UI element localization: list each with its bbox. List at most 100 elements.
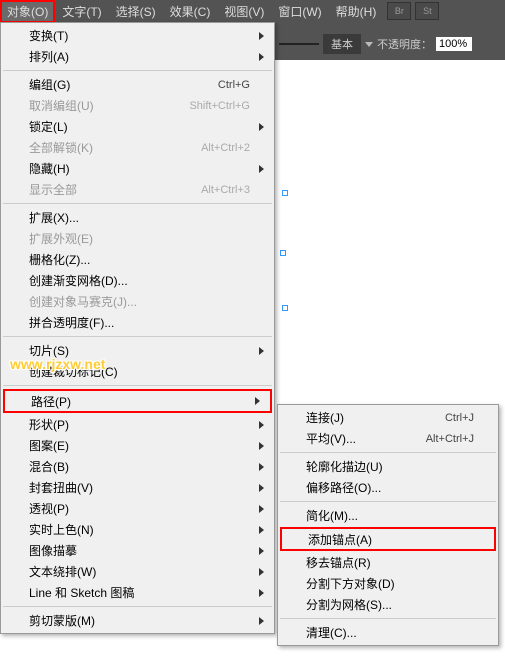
menu-separator bbox=[3, 336, 272, 337]
menu-item-9[interactable]: 分割下方对象(D) bbox=[278, 573, 498, 594]
chevron-right-icon bbox=[259, 123, 264, 131]
stroke-preview[interactable] bbox=[279, 43, 319, 45]
menubar: 对象(O) 文字(T) 选择(S) 效果(C) 视图(V) 窗口(W) 帮助(H… bbox=[0, 0, 505, 22]
menu-separator bbox=[280, 452, 496, 453]
menu-item-23[interactable]: 混合(B) bbox=[1, 456, 274, 477]
menu-item-label: 简化(M)... bbox=[306, 507, 474, 524]
watermark: www.rjzxw.net bbox=[10, 356, 105, 372]
menu-item-29[interactable]: Line 和 Sketch 图稿 bbox=[1, 582, 274, 603]
opacity-input[interactable]: 100% bbox=[436, 37, 472, 51]
menu-item-13[interactable]: 创建渐变网格(D)... bbox=[1, 270, 274, 291]
menu-item-label: 平均(V)... bbox=[306, 430, 426, 447]
menu-item-20[interactable]: 路径(P) bbox=[3, 389, 272, 413]
menu-item-label: 编组(G) bbox=[29, 76, 218, 93]
menu-item-4[interactable]: 偏移路径(O)... bbox=[278, 477, 498, 498]
menu-item-label: 连接(J) bbox=[306, 409, 445, 426]
menu-item-1[interactable]: 平均(V)...Alt+Ctrl+J bbox=[278, 428, 498, 449]
stroke-style-dropdown[interactable]: 基本 bbox=[323, 34, 361, 54]
menu-item-label: 轮廓化描边(U) bbox=[306, 458, 474, 475]
menu-item-21[interactable]: 形状(P) bbox=[1, 414, 274, 435]
chevron-right-icon bbox=[259, 463, 264, 471]
menu-item-10[interactable]: 分割为网格(S)... bbox=[278, 594, 498, 615]
toolbar: 基本 不透明度： 100% bbox=[275, 30, 505, 58]
menu-item-5[interactable]: 锁定(L) bbox=[1, 116, 274, 137]
menu-item-25[interactable]: 透视(P) bbox=[1, 498, 274, 519]
chevron-right-icon bbox=[259, 421, 264, 429]
chevron-right-icon bbox=[259, 526, 264, 534]
menu-item-label: 显示全部 bbox=[29, 181, 201, 198]
menu-item-1[interactable]: 排列(A) bbox=[1, 46, 274, 67]
menu-select[interactable]: 选择(S) bbox=[109, 0, 163, 23]
menu-item-label: 锁定(L) bbox=[29, 118, 250, 135]
menu-help[interactable]: 帮助(H) bbox=[329, 0, 384, 23]
stock-icon[interactable]: St bbox=[415, 2, 439, 20]
menu-separator bbox=[3, 385, 272, 386]
menu-item-label: 移去锚点(R) bbox=[306, 554, 474, 571]
menu-separator bbox=[280, 618, 496, 619]
menu-item-label: 图像描摹 bbox=[29, 542, 250, 559]
menu-view[interactable]: 视图(V) bbox=[217, 0, 271, 23]
menu-item-label: 栅格化(Z)... bbox=[29, 251, 250, 268]
menu-text[interactable]: 文字(T) bbox=[55, 0, 108, 23]
menu-item-7[interactable]: 添加锚点(A) bbox=[280, 527, 496, 551]
menu-item-8: 显示全部Alt+Ctrl+3 bbox=[1, 179, 274, 200]
chevron-right-icon bbox=[259, 53, 264, 61]
menu-object[interactable]: 对象(O) bbox=[0, 0, 55, 23]
menu-item-27[interactable]: 图像描摹 bbox=[1, 540, 274, 561]
menu-item-label: 添加锚点(A) bbox=[308, 531, 472, 548]
menu-item-label: 路径(P) bbox=[31, 393, 248, 410]
menu-item-0[interactable]: 变换(T) bbox=[1, 25, 274, 46]
menu-item-28[interactable]: 文本绕排(W) bbox=[1, 561, 274, 582]
menu-separator bbox=[3, 606, 272, 607]
menu-item-label: 剪切蒙版(M) bbox=[29, 612, 250, 629]
menu-item-10[interactable]: 扩展(X)... bbox=[1, 207, 274, 228]
menu-item-label: 创建渐变网格(D)... bbox=[29, 272, 250, 289]
menu-item-12[interactable]: 清理(C)... bbox=[278, 622, 498, 643]
menu-item-4: 取消编组(U)Shift+Ctrl+G bbox=[1, 95, 274, 116]
menu-item-label: 创建对象马赛克(J)... bbox=[29, 293, 250, 310]
menu-item-11: 扩展外观(E) bbox=[1, 228, 274, 249]
menu-item-26[interactable]: 实时上色(N) bbox=[1, 519, 274, 540]
chevron-right-icon bbox=[259, 347, 264, 355]
menu-item-label: 排列(A) bbox=[29, 48, 250, 65]
menu-separator bbox=[3, 70, 272, 71]
menu-item-shortcut: Ctrl+G bbox=[218, 79, 250, 91]
menu-item-label: 扩展(X)... bbox=[29, 209, 250, 226]
menu-item-8[interactable]: 移去锚点(R) bbox=[278, 552, 498, 573]
chevron-right-icon bbox=[259, 617, 264, 625]
menu-item-label: Line 和 Sketch 图稿 bbox=[29, 584, 250, 601]
menu-item-label: 封套扭曲(V) bbox=[29, 479, 250, 496]
menu-item-6[interactable]: 简化(M)... bbox=[278, 505, 498, 526]
chevron-right-icon bbox=[259, 505, 264, 513]
menu-effect[interactable]: 效果(C) bbox=[163, 0, 218, 23]
canvas-path-preview bbox=[280, 190, 290, 310]
menu-item-label: 混合(B) bbox=[29, 458, 250, 475]
menu-item-label: 取消编组(U) bbox=[29, 97, 189, 114]
menu-item-label: 变换(T) bbox=[29, 27, 250, 44]
menu-item-3[interactable]: 轮廓化描边(U) bbox=[278, 456, 498, 477]
menu-item-14: 创建对象马赛克(J)... bbox=[1, 291, 274, 312]
menu-item-3[interactable]: 编组(G)Ctrl+G bbox=[1, 74, 274, 95]
path-submenu: 连接(J)Ctrl+J平均(V)...Alt+Ctrl+J轮廓化描边(U)偏移路… bbox=[277, 404, 499, 646]
menu-item-label: 扩展外观(E) bbox=[29, 230, 250, 247]
chevron-right-icon bbox=[259, 547, 264, 555]
object-dropdown-menu: 变换(T)排列(A)编组(G)Ctrl+G取消编组(U)Shift+Ctrl+G… bbox=[0, 22, 275, 634]
menu-item-7[interactable]: 隐藏(H) bbox=[1, 158, 274, 179]
menu-item-31[interactable]: 剪切蒙版(M) bbox=[1, 610, 274, 631]
menu-item-15[interactable]: 拼合透明度(F)... bbox=[1, 312, 274, 333]
chevron-down-icon[interactable] bbox=[365, 42, 373, 47]
menu-item-12[interactable]: 栅格化(Z)... bbox=[1, 249, 274, 270]
menu-item-22[interactable]: 图案(E) bbox=[1, 435, 274, 456]
menu-item-shortcut: Shift+Ctrl+G bbox=[189, 100, 250, 112]
menu-window[interactable]: 窗口(W) bbox=[271, 0, 328, 23]
chevron-right-icon bbox=[259, 442, 264, 450]
chevron-right-icon bbox=[255, 397, 260, 405]
bridge-icon[interactable]: Br bbox=[387, 2, 411, 20]
menu-item-label: 偏移路径(O)... bbox=[306, 479, 474, 496]
menu-item-label: 全部解锁(K) bbox=[29, 139, 201, 156]
menu-item-shortcut: Ctrl+J bbox=[445, 412, 474, 424]
chevron-right-icon bbox=[259, 589, 264, 597]
menu-item-24[interactable]: 封套扭曲(V) bbox=[1, 477, 274, 498]
menu-item-shortcut: Alt+Ctrl+2 bbox=[201, 142, 250, 154]
menu-item-0[interactable]: 连接(J)Ctrl+J bbox=[278, 407, 498, 428]
